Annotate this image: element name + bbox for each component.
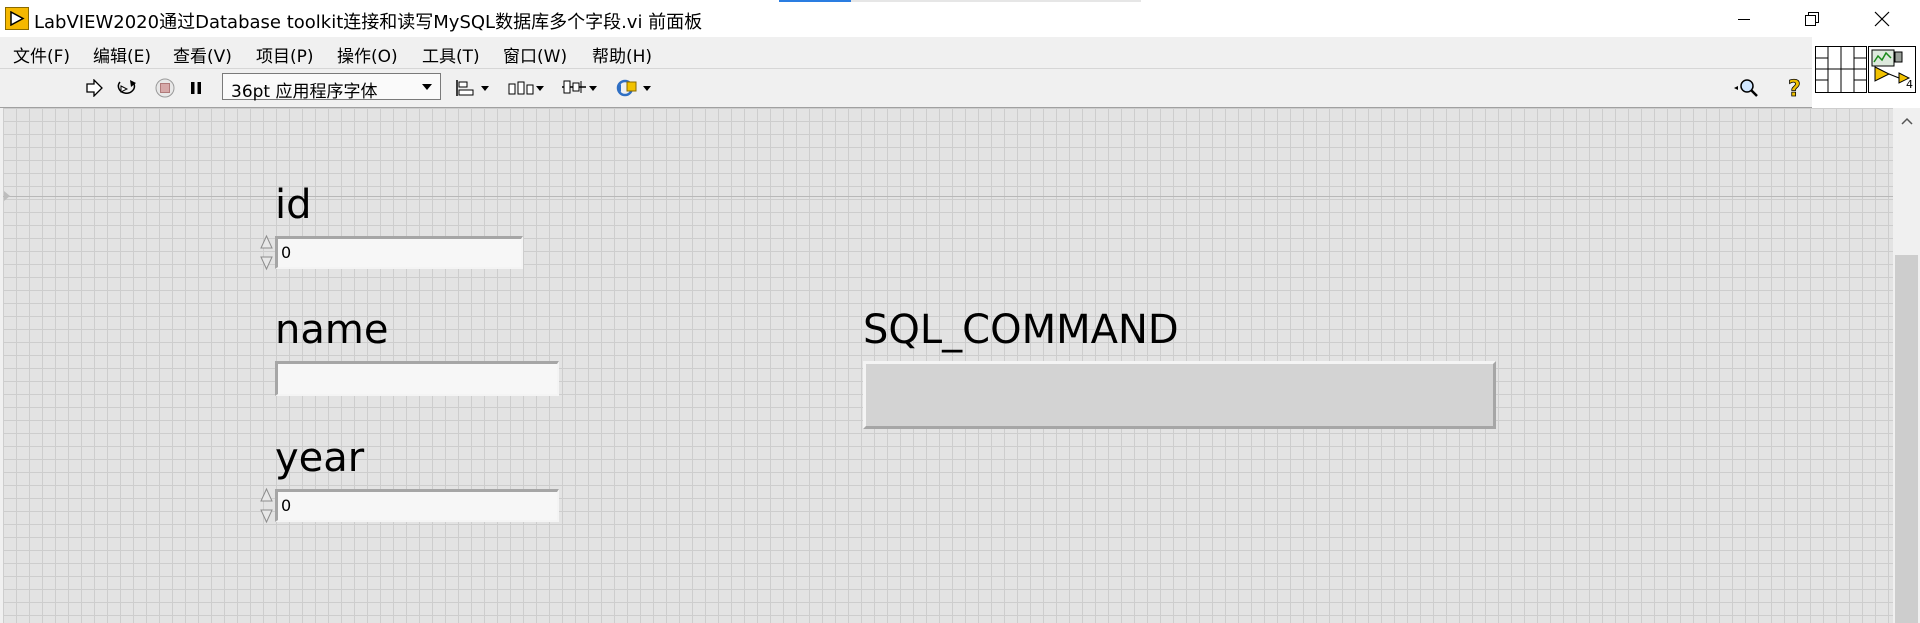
id-numeric-control[interactable]: 0 [275,236,523,269]
id-value: 0 [281,243,292,262]
minimize-button[interactable] [1716,0,1772,37]
origin-marker-icon [4,191,10,201]
year-numeric-control[interactable]: 0 [275,489,559,522]
menu-edit[interactable]: 编辑(E) [93,42,151,67]
help-icon[interactable]: ? [1783,75,1807,101]
close-button[interactable] [1854,0,1910,37]
menu-bar: 文件(F) 编辑(E) 查看(V) 项目(P) 操作(O) 工具(T) 窗口(W… [0,37,1812,69]
search-icon[interactable] [1731,77,1761,99]
terminal-count: 4 [1906,78,1913,91]
toolbar: 36pt 应用程序字体 ? [0,69,1812,108]
taskbar-accent [779,0,851,2]
year-label: year [275,435,365,481]
font-selector[interactable]: 36pt 应用程序字体 [222,73,441,102]
reorder-icon[interactable] [614,77,652,99]
distribute-objects-icon[interactable] [507,77,545,99]
title-bar: LabVIEW2020通过Database toolkit连接和读写MySQL数… [0,0,1920,37]
year-increment-decrement[interactable] [259,487,274,524]
menu-window[interactable]: 窗口(W) [503,42,567,67]
name-string-control[interactable] [275,361,559,396]
chevron-down-icon [422,84,432,90]
name-label: name [275,307,389,353]
labview-app-icon [5,7,29,30]
id-increment-decrement[interactable] [259,234,274,271]
align-objects-icon[interactable] [454,77,490,99]
scrollbar-thumb[interactable] [1895,255,1918,623]
menu-file[interactable]: 文件(F) [13,42,70,67]
restore-button[interactable] [1784,0,1840,37]
menu-project[interactable]: 项目(P) [256,42,314,67]
run-continuously-icon[interactable] [115,77,139,99]
id-label: id [275,182,312,228]
connector-pane[interactable] [1815,46,1867,93]
sql-command-indicator[interactable] [863,361,1496,429]
vertical-scrollbar[interactable] [1893,108,1920,623]
sql-command-label: SQL_COMMAND [863,307,1179,353]
resize-objects-icon[interactable] [560,77,598,99]
scroll-up-icon[interactable] [1900,116,1914,126]
menu-help[interactable]: 帮助(H) [592,42,652,67]
window-title: LabVIEW2020通过Database toolkit连接和读写MySQL数… [34,12,703,33]
menu-operate[interactable]: 操作(O) [337,42,398,67]
svg-text:?: ? [1788,77,1801,100]
abort-icon[interactable] [154,77,176,99]
menu-tools[interactable]: 工具(T) [422,42,480,67]
pause-icon[interactable] [186,78,206,98]
year-value: 0 [281,496,292,515]
menu-view[interactable]: 查看(V) [173,42,232,67]
vi-icon[interactable]: 4 [1868,46,1916,93]
font-selector-value: 36pt 应用程序字体 [231,82,378,102]
taskbar-accent-2 [851,0,1141,2]
run-arrow-icon[interactable] [84,77,104,99]
